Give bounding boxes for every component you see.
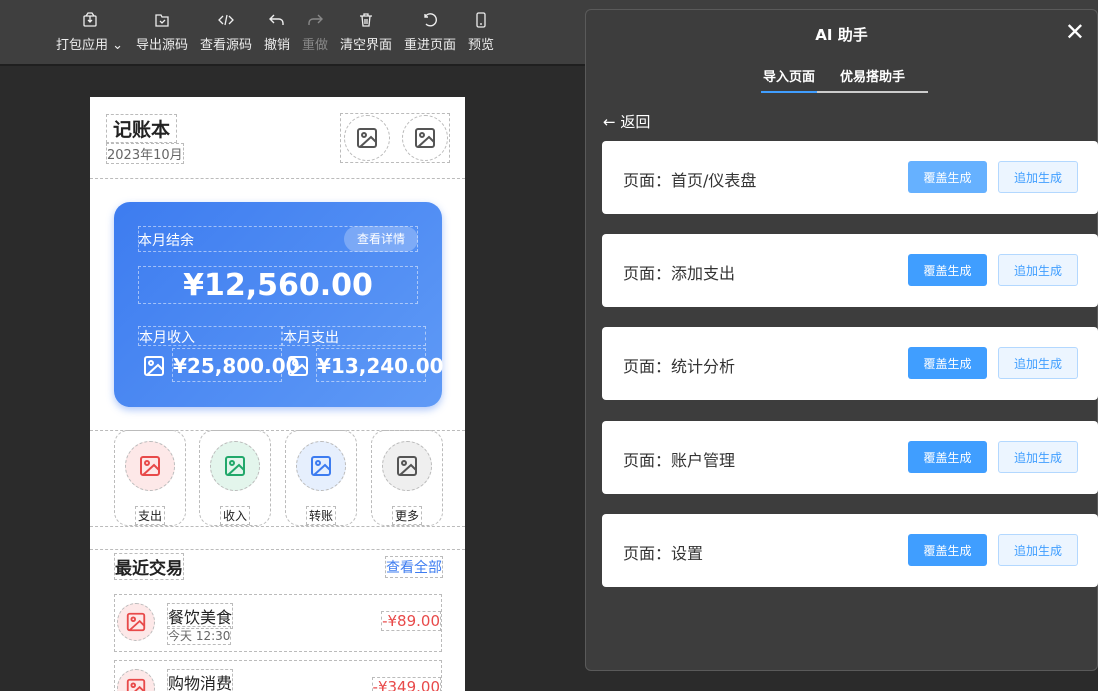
tab-assistant[interactable]: 优易搭助手 xyxy=(817,66,928,93)
balance-label: 本月结余 xyxy=(138,233,194,249)
preview-label: 预览 xyxy=(468,38,495,53)
balance-amount: ¥12,560.00 xyxy=(138,266,418,304)
reload-page-button[interactable]: 重进页面 xyxy=(404,12,456,53)
panel-title: AI 助手 xyxy=(815,26,868,44)
quick-label: 收入 xyxy=(219,506,250,525)
back-label: 返回 xyxy=(620,113,651,131)
clear-ui-label: 清空界面 xyxy=(340,38,393,53)
income-amount: ¥25,800.00 xyxy=(172,348,300,382)
expense-amount: ¥13,240.00 xyxy=(316,348,444,382)
append-button[interactable]: 追加生成 xyxy=(998,441,1078,473)
image-icon xyxy=(311,456,331,476)
app-header: 记账本 2023年10月 xyxy=(90,97,465,179)
page-name: 页面：账户管理 xyxy=(623,451,736,470)
export-source-button[interactable]: 导出源码 xyxy=(136,12,188,53)
page-row: 页面：添加支出 覆盖生成 追加生成 xyxy=(602,234,1098,307)
transaction-row[interactable]: 购物消费 -¥349.00 xyxy=(114,660,442,691)
page-name: 页面：添加支出 xyxy=(623,264,736,283)
page-name: 页面：首页/仪表盘 xyxy=(623,171,757,190)
append-button[interactable]: 追加生成 xyxy=(998,161,1078,193)
image-icon xyxy=(126,612,146,632)
preview-button[interactable]: 预览 xyxy=(468,12,494,53)
reload-page-label: 重进页面 xyxy=(404,38,457,53)
image-icon xyxy=(357,128,377,148)
header-actions xyxy=(340,113,450,163)
undo-label: 撤销 xyxy=(264,38,291,53)
overwrite-button[interactable]: 覆盖生成 xyxy=(908,254,987,286)
redo-icon xyxy=(308,14,323,25)
back-button[interactable]: ← 返回 xyxy=(603,111,650,132)
redo-label: 重做 xyxy=(302,38,329,53)
image-icon xyxy=(126,678,146,691)
transaction-time: 今天 12:30 xyxy=(167,626,232,645)
overwrite-button[interactable]: 覆盖生成 xyxy=(908,441,987,473)
balance-card: 本月结余 查看详情 ¥12,560.00 本月收入 本月支出 ¥25,800.0… xyxy=(114,202,444,407)
undo-button[interactable]: 撤销 xyxy=(264,12,290,53)
page-row: 页面：首页/仪表盘 覆盖生成 追加生成 xyxy=(602,141,1098,214)
phone-icon xyxy=(476,12,486,28)
page-name: 页面：设置 xyxy=(623,544,704,563)
quick-income[interactable]: 收入 xyxy=(199,430,271,526)
page-row: 页面：统计分析 覆盖生成 追加生成 xyxy=(602,327,1098,400)
expense-image-icon xyxy=(288,356,308,376)
income-image-icon xyxy=(144,356,164,376)
expense-label: 本月支出 xyxy=(282,326,426,346)
append-button[interactable]: 追加生成 xyxy=(998,347,1078,379)
page-row: 页面：设置 覆盖生成 追加生成 xyxy=(602,514,1098,587)
view-source-label: 查看源码 xyxy=(200,38,253,53)
tab-import-page[interactable]: 导入页面 xyxy=(761,66,817,93)
page-name: 页面：统计分析 xyxy=(623,357,736,376)
page-row: 页面：账户管理 覆盖生成 追加生成 xyxy=(602,421,1098,494)
append-button[interactable]: 追加生成 xyxy=(998,254,1078,286)
package-app-button[interactable]: 打包应用 ⌄ xyxy=(56,12,123,53)
image-icon xyxy=(397,456,417,476)
code-icon xyxy=(218,14,234,26)
redo-button[interactable]: 重做 xyxy=(302,12,328,53)
transaction-name: 购物消费 xyxy=(167,669,234,691)
transaction-amount: -¥89.00 xyxy=(381,611,441,631)
quick-label: 更多 xyxy=(391,506,422,525)
quick-transfer[interactable]: 转账 xyxy=(285,430,357,526)
header-image-button-1[interactable] xyxy=(344,115,390,161)
arrow-left-icon: ← xyxy=(603,113,616,131)
view-all-link[interactable]: 查看全部 xyxy=(385,556,443,578)
undo-icon xyxy=(269,14,284,25)
close-icon[interactable]: ✕ xyxy=(1065,18,1085,46)
transaction-amount: -¥349.00 xyxy=(371,677,441,691)
package-app-label: 打包应用 xyxy=(56,38,109,53)
phone-canvas[interactable]: 记账本 2023年10月 本月结余 查看详情 ¥12,560.00 本月收入 本… xyxy=(90,97,465,691)
chevron-down-icon: ⌄ xyxy=(112,38,124,53)
quick-label: 转账 xyxy=(305,506,336,525)
app-month: 2023年10月 xyxy=(106,143,184,164)
image-icon xyxy=(140,456,160,476)
trash-icon xyxy=(360,13,372,27)
header-image-button-2[interactable] xyxy=(402,115,448,161)
app-title: 记账本 xyxy=(106,114,178,143)
recent-title: 最近交易 xyxy=(114,553,184,580)
folder-check-icon xyxy=(155,14,169,27)
income-label: 本月收入 xyxy=(138,326,282,346)
export-source-label: 导出源码 xyxy=(136,38,189,53)
append-button[interactable]: 追加生成 xyxy=(998,534,1078,566)
clear-ui-button[interactable]: 清空界面 xyxy=(340,12,392,53)
view-details-button[interactable]: 查看详情 xyxy=(344,226,418,252)
image-icon xyxy=(225,456,245,476)
view-source-button[interactable]: 查看源码 xyxy=(200,12,252,53)
refresh-icon xyxy=(424,13,437,27)
ai-assistant-panel: AI 助手 ✕ 导入页面 优易搭助手 ← 返回 页面：首页/仪表盘 覆盖生成 追加生… xyxy=(585,9,1098,671)
package-icon xyxy=(82,12,97,27)
quick-more[interactable]: 更多 xyxy=(371,430,443,526)
overwrite-button[interactable]: 覆盖生成 xyxy=(908,347,987,379)
overwrite-button[interactable]: 覆盖生成 xyxy=(908,161,987,193)
transaction-row[interactable]: 餐饮美食 今天 12:30 -¥89.00 xyxy=(114,594,442,652)
quick-label: 支出 xyxy=(134,506,165,525)
image-icon xyxy=(415,128,435,148)
overwrite-button[interactable]: 覆盖生成 xyxy=(908,534,987,566)
quick-expense[interactable]: 支出 xyxy=(114,430,186,526)
